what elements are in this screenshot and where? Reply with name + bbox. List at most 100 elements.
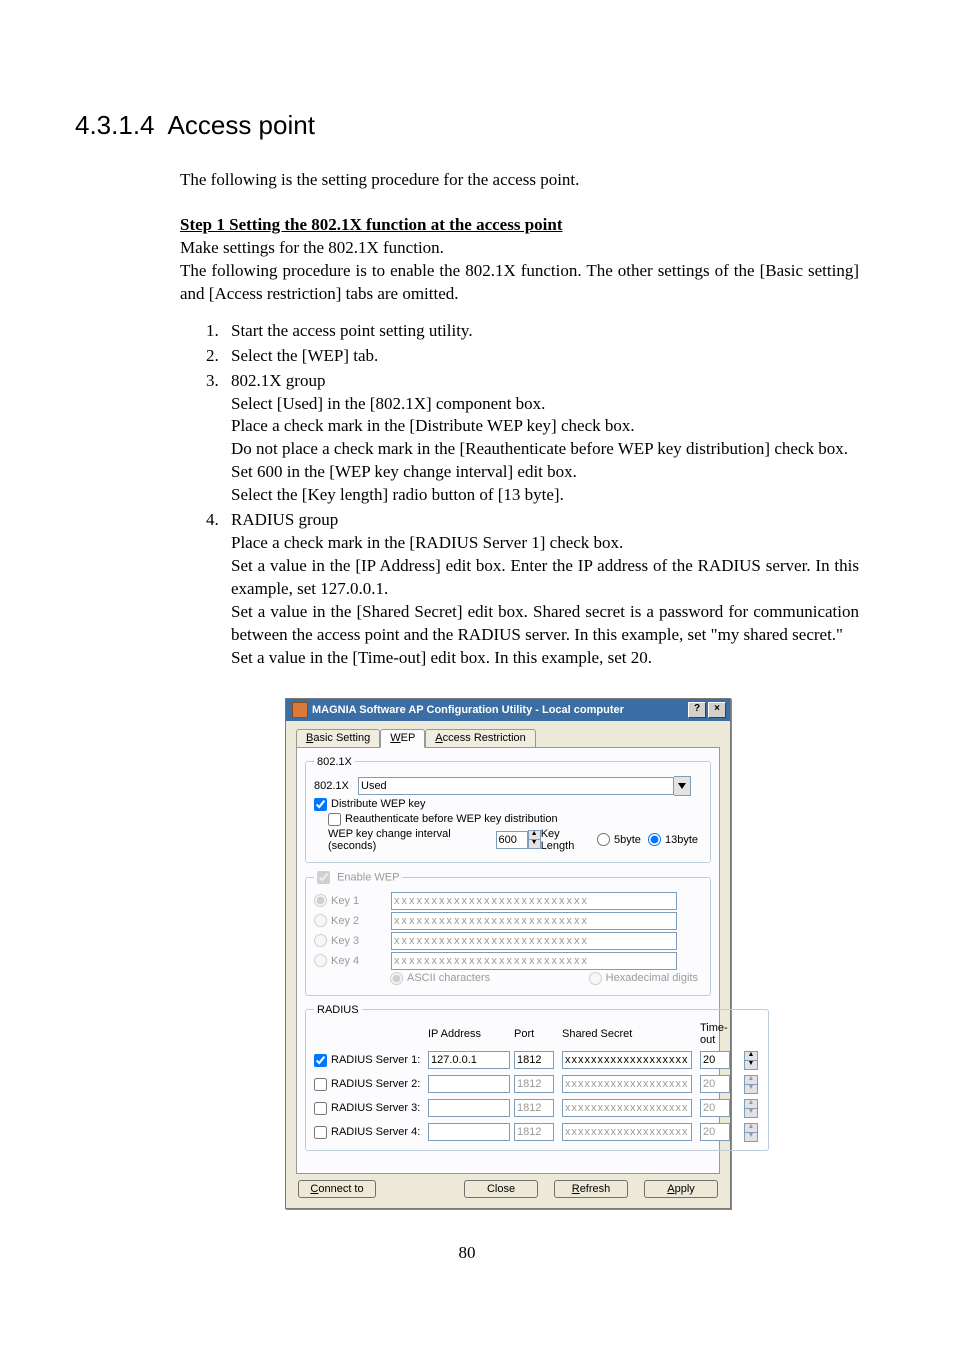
checkbox-radius-server-3[interactable] [314,1102,327,1115]
label-radius-server-2: RADIUS Server 2: [331,1078,420,1090]
label-radius-server-4: RADIUS Server 4: [331,1126,420,1138]
step-3a: Select [Used] in the [802.1X] component … [231,393,859,416]
label-5byte: 5byte [614,834,641,846]
section-number: 4.3.1.4 [75,110,155,140]
label-radius-server-3: RADIUS Server 3: [331,1102,420,1114]
spinner-down-icon: ▼ [744,1061,758,1070]
step-item-2-text: Select the [WEP] tab. [231,346,378,365]
input-radius4-secret [562,1123,692,1141]
tab-access-letter: A [435,732,442,744]
label-ascii: ASCII characters [407,972,490,984]
group-8021x: 802.1X 802.1X Distribute WEP key [305,756,711,863]
group-radius: RADIUS IP Address Port Shared Secret Tim… [305,1004,769,1151]
radio-hex [589,972,602,985]
spinner-radius3-timeout: ▲▼ [744,1099,758,1118]
label-8021x: 802.1X [314,780,354,792]
label-distribute-wep-key: Distribute WEP key [331,798,426,810]
hdr-shared-secret: Shared Secret [562,1028,694,1040]
tab-access-rest: ccess Restriction [443,732,526,744]
input-radius1-secret[interactable] [562,1051,692,1069]
connect-to-rest: onnect to [318,1183,363,1195]
label-radius-server-1: RADIUS Server 1: [331,1054,420,1066]
hdr-port: Port [514,1028,556,1040]
input-radius1-timeout[interactable] [700,1051,730,1069]
input-radius1-ip[interactable] [428,1051,510,1069]
group-8021x-legend: 802.1X [314,756,355,768]
tab-access-restriction[interactable]: Access Restriction [425,729,535,748]
input-radius4-timeout [700,1123,730,1141]
group-radius-legend: RADIUS [314,1004,362,1016]
step-1-p2: The following procedure is to enable the… [180,260,859,306]
apply-button[interactable]: Apply [644,1180,718,1198]
step-item-1-text: Start the access point setting utility. [231,321,473,340]
label-interval: WEP key change interval (seconds) [328,828,492,852]
step-4b: Set a value in the [IP Address] edit box… [231,555,859,601]
label-key2: Key 2 [331,915,387,927]
input-radius2-ip [428,1075,510,1093]
input-key1 [391,892,677,910]
radio-key-length-13byte[interactable] [648,833,661,846]
input-interval[interactable] [496,831,528,849]
close-button[interactable]: Close [464,1180,538,1198]
spinner-down-icon: ▼ [528,840,541,849]
close-window-button[interactable]: × [708,702,726,718]
hdr-timeout: Time-out [700,1022,738,1046]
input-key2 [391,912,677,930]
checkbox-radius-server-1[interactable] [314,1054,327,1067]
tab-wep-rest: EP [401,732,416,744]
help-button[interactable]: ? [688,702,706,718]
label-reauthenticate: Reauthenticate before WEP key distributi… [345,813,558,825]
tab-panel-wep: 802.1X 802.1X Distribute WEP key [296,747,720,1174]
spinner-down-icon: ▼ [744,1133,758,1142]
spinner-down-icon: ▼ [744,1109,758,1118]
page-number: 80 [75,1243,859,1263]
step-item-1: Start the access point setting utility. [223,320,859,343]
spinner-interval[interactable]: ▲▼ [528,830,541,849]
checkbox-distribute-wep-key[interactable] [314,798,327,811]
checkbox-radius-server-2[interactable] [314,1078,327,1091]
refresh-button[interactable]: Refresh [554,1180,628,1198]
label-key3: Key 3 [331,935,387,947]
radio-key3 [314,934,327,947]
spinner-radius2-timeout: ▲▼ [744,1075,758,1094]
radio-key4 [314,954,327,967]
dropdown-trigger-8021x[interactable] [674,776,691,796]
step-4d: Set a value in the [Time-out] edit box. … [231,647,859,670]
select-8021x[interactable] [358,777,674,795]
spinner-down-icon: ▼ [744,1085,758,1094]
step-item-4-text: RADIUS group [231,510,338,529]
ap-config-dialog: MAGNIA Software AP Configuration Utility… [285,698,731,1209]
input-radius3-ip [428,1099,510,1117]
tab-strip: Basic Setting WEP Access Restriction [296,727,720,748]
group-enable-wep: Enable WEP Key 1 Key 2 Key 3 [305,871,711,996]
input-radius1-port[interactable] [514,1051,554,1069]
radio-ascii [390,972,403,985]
chevron-down-icon [678,783,686,789]
connect-to-button[interactable]: Connect to [298,1180,376,1198]
input-key4 [391,952,677,970]
checkbox-reauthenticate[interactable] [328,813,341,826]
apply-rest: pply [675,1183,695,1195]
checkbox-radius-server-4[interactable] [314,1126,327,1139]
dialog-title: MAGNIA Software AP Configuration Utility… [312,704,686,716]
radio-key-length-5byte[interactable] [597,833,610,846]
app-icon [292,702,308,718]
section-title: Access point [168,110,315,140]
step-3b: Place a check mark in the [Distribute WE… [231,415,859,438]
input-radius3-timeout [700,1099,730,1117]
input-radius3-port [514,1099,554,1117]
label-hex: Hexadecimal digits [606,972,698,984]
input-radius4-port [514,1123,554,1141]
step-item-4: RADIUS group Place a check mark in the [… [223,509,859,670]
tab-basic-rest: asic Setting [313,732,370,744]
spinner-radius4-timeout: ▲▼ [744,1123,758,1142]
tab-wep[interactable]: WEP [380,729,425,748]
input-radius3-secret [562,1099,692,1117]
label-key1: Key 1 [331,895,387,907]
input-radius2-secret [562,1075,692,1093]
step-1-heading: Step 1 Setting the 802.1X function at th… [180,214,859,237]
refresh-rest: efresh [580,1183,611,1195]
spinner-radius1-timeout[interactable]: ▲▼ [744,1051,758,1070]
tab-basic-setting[interactable]: Basic Setting [296,729,380,748]
input-radius2-timeout [700,1075,730,1093]
